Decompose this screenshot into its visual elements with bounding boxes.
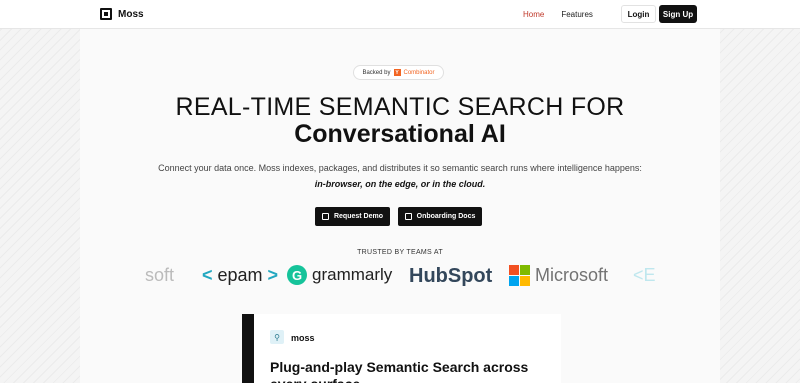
yc-name: Combinator [403, 69, 435, 76]
brand-logo[interactable]: Moss [100, 8, 144, 20]
card-brand-name: moss [291, 333, 315, 343]
hubspot-logo: HubSpot [409, 265, 493, 287]
nav-links: Home Features [523, 10, 593, 19]
search-icon: ⚲ [270, 330, 284, 344]
top-nav-bar: Moss Home Features Login Sign Up [0, 0, 800, 29]
customer-logo-strip: soft < epam > G grammarly HubSpot Microsof… [145, 262, 656, 292]
grammarly-logo: G grammarly [287, 265, 392, 285]
hero-title-line1: REAL-TIME SEMANTIC SEARCH FOR [175, 93, 625, 121]
nav-home-link[interactable]: Home [523, 10, 544, 19]
onboarding-docs-button[interactable]: Onboarding Docs [398, 207, 482, 226]
epam-logo: < epam > [202, 265, 279, 285]
yc-logo-icon: Y [393, 69, 401, 76]
trusted-by-label: TRUSTED BY TEAMS AT [357, 249, 443, 256]
moss-logo-icon [100, 8, 112, 20]
grammarly-icon: G [287, 265, 307, 285]
card-title: Plug-and-play Semantic Search across eve… [270, 359, 529, 383]
backed-by-badge[interactable]: Backed by Y Combinator [353, 65, 444, 80]
onboarding-docs-label: Onboarding Docs [416, 213, 476, 220]
faded-logo-left: soft [145, 265, 175, 285]
request-demo-label: Request Demo [333, 213, 383, 220]
github-icon [404, 213, 412, 220]
faded-logo-right: <E [633, 265, 656, 285]
request-demo-button[interactable]: Request Demo [315, 207, 390, 226]
document-icon [321, 213, 329, 220]
hero-title-line2: Conversational AI [294, 120, 506, 148]
hero-subtitle-emphasis: in-browser, on the edge, or in the cloud… [314, 179, 486, 189]
badge-prefix: Backed by [362, 69, 391, 76]
microsoft-logo: Microsoft [509, 265, 608, 286]
login-button[interactable]: Login [621, 5, 656, 23]
nav-features-link[interactable]: Features [561, 10, 593, 19]
microsoft-icon [509, 265, 530, 286]
hero-subtitle: Connect your data once. Moss indexes, pa… [158, 163, 642, 173]
signup-button[interactable]: Sign Up [659, 5, 697, 23]
brand-name: Moss [118, 8, 144, 20]
